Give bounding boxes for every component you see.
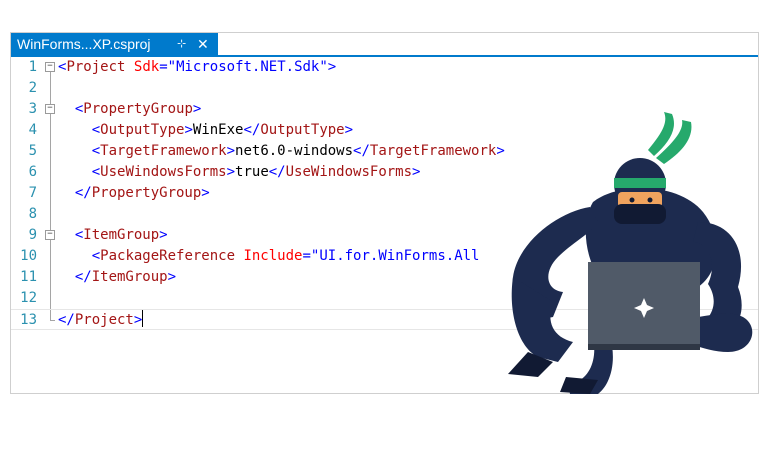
line-number: 11 (20, 269, 37, 285)
line-number: 3 (28, 101, 37, 117)
line-text: </ItemGroup> (74, 269, 177, 285)
code-line: 2 (11, 78, 758, 99)
collapse-icon[interactable]: − (45, 230, 55, 240)
line-text: <ItemGroup> (74, 227, 168, 243)
line-number: 13 (20, 312, 37, 328)
line-number: 4 (28, 122, 37, 138)
code-line: 1 − <Project Sdk="Microsoft.NET.Sdk"> (11, 57, 758, 78)
close-icon[interactable]: ✕ (197, 33, 209, 55)
line-number: 8 (28, 206, 37, 222)
line-number: 5 (28, 143, 37, 159)
line-number: 7 (28, 185, 37, 201)
line-number: 6 (28, 164, 37, 180)
line-number: 2 (28, 80, 37, 96)
line-text: </PropertyGroup> (74, 185, 210, 201)
line-number: 9 (28, 227, 37, 243)
line-text: <Project Sdk="Microsoft.NET.Sdk"> (58, 59, 337, 75)
collapse-icon[interactable]: − (45, 104, 55, 114)
collapse-icon[interactable]: − (45, 62, 55, 72)
line-number: 12 (20, 290, 37, 306)
ninja-mascot-illustration (508, 112, 753, 394)
line-text: </Project> (58, 310, 144, 328)
line-text: <OutputType>WinExe</OutputType> (91, 122, 354, 138)
text-caret (142, 310, 144, 327)
tab-title: WinForms...XP.csproj (17, 36, 151, 52)
tab-csproj[interactable]: WinForms...XP.csproj ⊹ ✕ (11, 33, 218, 55)
line-text: <TargetFramework>net6.0-windows</TargetF… (91, 143, 505, 159)
tab-strip: WinForms...XP.csproj ⊹ ✕ (11, 33, 758, 57)
line-number: 10 (20, 248, 37, 264)
line-number: 1 (28, 59, 37, 75)
line-text: <UseWindowsForms>true</UseWindowsForms> (91, 164, 421, 180)
line-text: <PropertyGroup> (74, 101, 202, 117)
pin-icon[interactable]: ⊹ (177, 33, 186, 55)
